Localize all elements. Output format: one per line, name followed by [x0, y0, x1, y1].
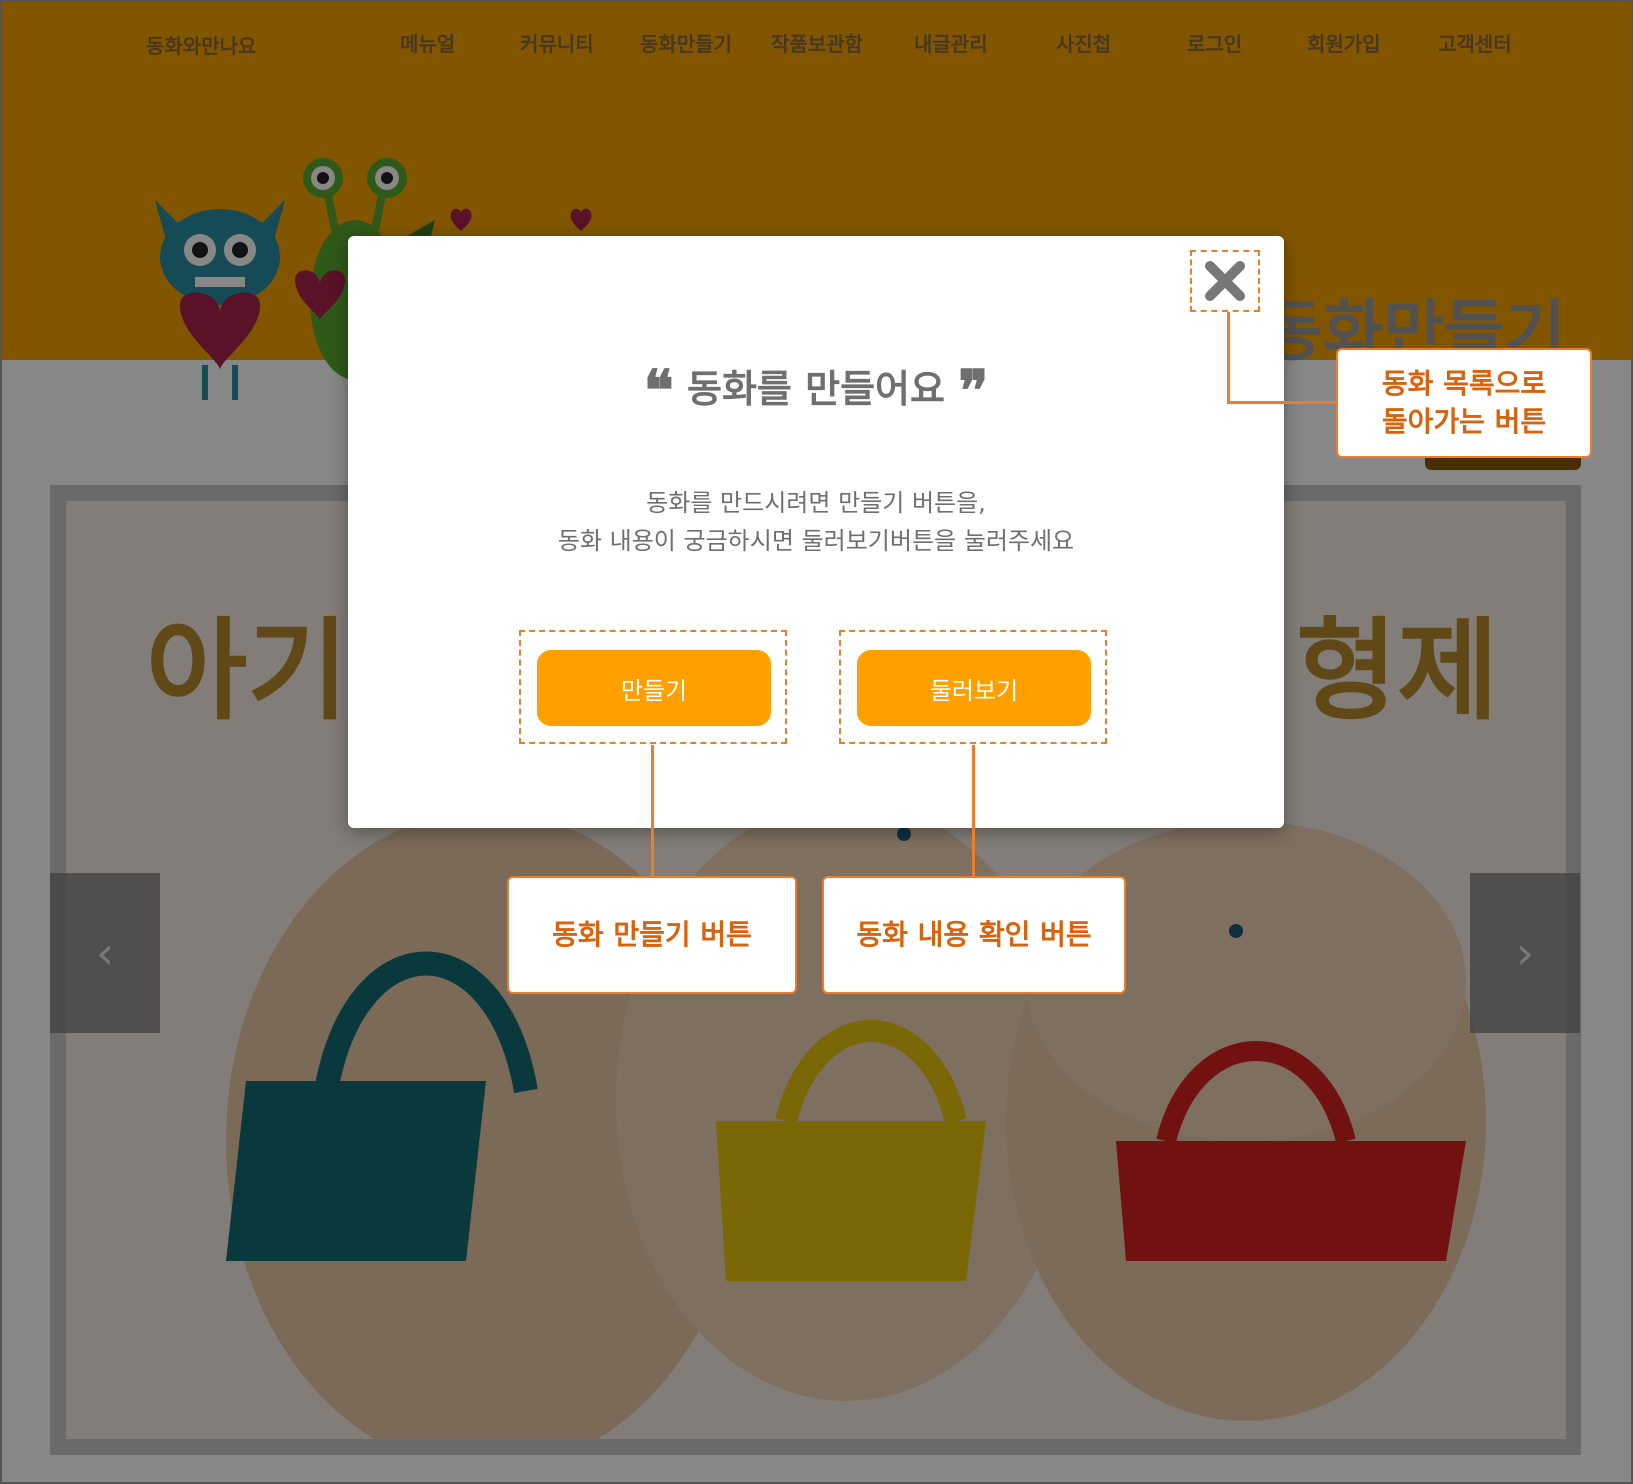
annotation-connector: [972, 745, 975, 877]
open-quote-icon: ❝: [643, 358, 674, 424]
create-button[interactable]: 만들기: [537, 650, 771, 726]
create-story-modal: ❝ 동화를 만들어요 ❞ 동화를 만드시려면 만들기 버튼을, 동화 내용이 궁…: [348, 236, 1284, 828]
annotation-text: 돌아가는 버튼: [1381, 405, 1547, 438]
annotation-text: 동화 목록으로: [1381, 367, 1547, 400]
annotation-connector: [1227, 312, 1230, 404]
annotation-browse-button: 동화 내용 확인 버튼: [822, 876, 1126, 994]
modal-close-button[interactable]: [1190, 250, 1260, 312]
close-icon: [1205, 261, 1245, 301]
annotation-connector: [1227, 401, 1337, 404]
annotation-close-button: 동화 목록으로 돌아가는 버튼: [1336, 348, 1592, 458]
create-button-highlight: 만들기: [519, 630, 787, 744]
annotation-create-button: 동화 만들기 버튼: [507, 876, 797, 994]
modal-description-line: 동화를 만드시려면 만들기 버튼을,: [646, 489, 986, 517]
modal-description: 동화를 만드시려면 만들기 버튼을, 동화 내용이 궁금하시면 둘러보기버튼을 …: [348, 484, 1284, 560]
browse-button-highlight: 둘러보기: [839, 630, 1107, 744]
modal-title-text: 동화를 만들어요: [687, 367, 945, 411]
browse-button[interactable]: 둘러보기: [857, 650, 1091, 726]
annotation-connector: [651, 745, 654, 877]
close-quote-icon: ❞: [958, 358, 989, 424]
modal-description-line: 동화 내용이 궁금하시면 둘러보기버튼을 눌러주세요: [557, 527, 1075, 555]
modal-title: ❝ 동화를 만들어요 ❞: [348, 358, 1284, 424]
